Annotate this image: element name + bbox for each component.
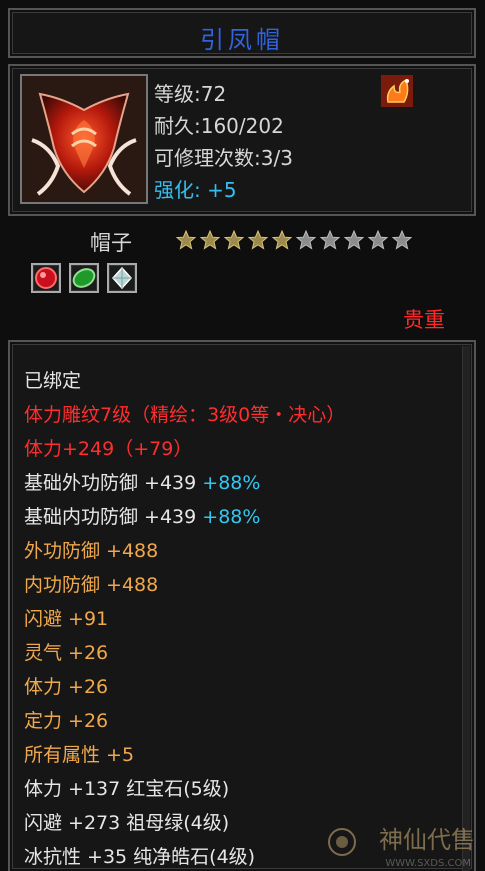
base-inner-def-attr: 基础内功防御 +439 +88% bbox=[24, 502, 260, 529]
gem-attr-1: 体力 +137 红宝石(5级) bbox=[24, 778, 230, 800]
base-inner-def-pct: +88% bbox=[202, 506, 261, 528]
ruby-icon bbox=[35, 267, 57, 289]
dodge-attr: 闪避 +91 bbox=[24, 608, 109, 630]
star-empty-icon bbox=[296, 230, 316, 250]
stamina-main-attr: 体力+249（+79） bbox=[24, 434, 192, 461]
item-name: 引凤帽 bbox=[200, 26, 284, 54]
item-repair-count: 可修理次数:3/3 bbox=[154, 146, 293, 170]
outer-def-attr: 外功防御 +488 bbox=[24, 540, 159, 562]
attribute-scrollbar[interactable] bbox=[462, 346, 470, 871]
item-icon-frame[interactable] bbox=[20, 74, 148, 204]
base-outer-def-attr: 基础外功防御 +439 +88% bbox=[24, 468, 260, 495]
item-info-panel: 等级:72 耐久:160/202 可修理次数:3/3 强化: +5 bbox=[8, 64, 476, 216]
gem-slot-1[interactable] bbox=[31, 263, 61, 293]
watermark-text: 神仙代售 bbox=[379, 826, 475, 854]
star-filled-icon bbox=[200, 230, 220, 250]
hat-icon bbox=[22, 76, 146, 202]
gem-attr-2: 闪避 +273 祖母绿(4级) bbox=[24, 812, 230, 834]
diamond-icon bbox=[111, 266, 133, 290]
item-durability: 耐久:160/202 bbox=[154, 114, 284, 138]
bound-status: 已绑定 bbox=[24, 370, 82, 392]
spirit-attr: 灵气 +26 bbox=[24, 642, 109, 664]
stamina-attr: 体力 +26 bbox=[24, 676, 109, 698]
gem-slot-2[interactable] bbox=[69, 263, 99, 293]
stamina-main-value: 体力+249 bbox=[24, 438, 115, 460]
attribute-panel: 已绑定 体力雕纹7级（精绘：3级0等・决心） 体力+249（+79） 基础外功防… bbox=[8, 340, 476, 871]
star-empty-icon bbox=[320, 230, 340, 250]
focus-attr: 定力 +26 bbox=[24, 710, 109, 732]
base-inner-def-value: 基础内功防御 +439 bbox=[24, 506, 197, 528]
fire-element-icon bbox=[380, 74, 414, 108]
item-category: 帽子 bbox=[90, 231, 132, 255]
emerald-icon bbox=[72, 268, 96, 288]
base-outer-def-pct: +88% bbox=[202, 472, 261, 494]
enhance-value: +5 bbox=[207, 178, 237, 202]
star-filled-icon bbox=[272, 230, 292, 250]
watermark-emblem-icon bbox=[328, 828, 356, 856]
item-title-panel: 引凤帽 bbox=[8, 8, 476, 58]
star-empty-icon bbox=[368, 230, 388, 250]
star-filled-icon bbox=[248, 230, 268, 250]
star-empty-icon bbox=[392, 230, 412, 250]
base-outer-def-value: 基础外功防御 +439 bbox=[24, 472, 197, 494]
watermark-url: WWW.SXDS.COM bbox=[385, 858, 471, 869]
stamina-bonus-value: （+79） bbox=[114, 438, 193, 460]
star-empty-icon bbox=[344, 230, 364, 250]
enhance-label: 强化: bbox=[154, 178, 201, 202]
gem-slot-3[interactable] bbox=[107, 263, 137, 293]
gem-attr-3: 冰抗性 +35 纯净皓石(4级) bbox=[24, 846, 256, 868]
item-enhance: 强化: +5 bbox=[154, 174, 237, 203]
rarity-label: 贵重 bbox=[403, 308, 445, 332]
carving-attr: 体力雕纹7级（精绘：3级0等・决心） bbox=[24, 404, 346, 426]
star-filled-icon bbox=[224, 230, 244, 250]
all-attr: 所有属性 +5 bbox=[24, 744, 135, 766]
star-filled-icon bbox=[176, 230, 196, 250]
inner-def-attr: 内功防御 +488 bbox=[24, 574, 159, 596]
item-level: 等级:72 bbox=[154, 82, 227, 106]
